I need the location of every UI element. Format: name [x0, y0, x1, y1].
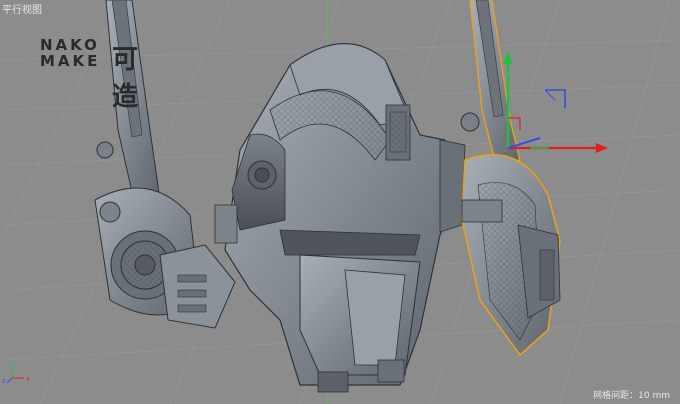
3d-viewport[interactable]: z y x 平行视图 NAKO MAKE 可造 网格间距：10 mm [0, 0, 680, 404]
head-model[interactable] [214, 43, 466, 393]
svg-text:z: z [2, 378, 5, 385]
brand-logo: NAKO MAKE 可造 [40, 36, 138, 112]
orientation-axes-icon: z y x [2, 363, 30, 385]
right-arm-part-selected[interactable] [460, 0, 561, 357]
brand-mark: 可造 [112, 45, 139, 112]
grid-spacing-status: 网格间距：10 mm [593, 391, 670, 401]
model-scene[interactable]: z y x [0, 0, 680, 404]
view-name-label[interactable]: 平行视图 [2, 1, 42, 16]
svg-text:y: y [14, 363, 18, 370]
y-axis-handle [503, 52, 513, 64]
move-gizmo[interactable] [503, 52, 608, 153]
svg-text:x: x [26, 376, 30, 383]
brand-line1: NAKO [40, 36, 100, 54]
x-axis-handle [596, 143, 608, 153]
brand-line2: MAKE [40, 52, 101, 70]
